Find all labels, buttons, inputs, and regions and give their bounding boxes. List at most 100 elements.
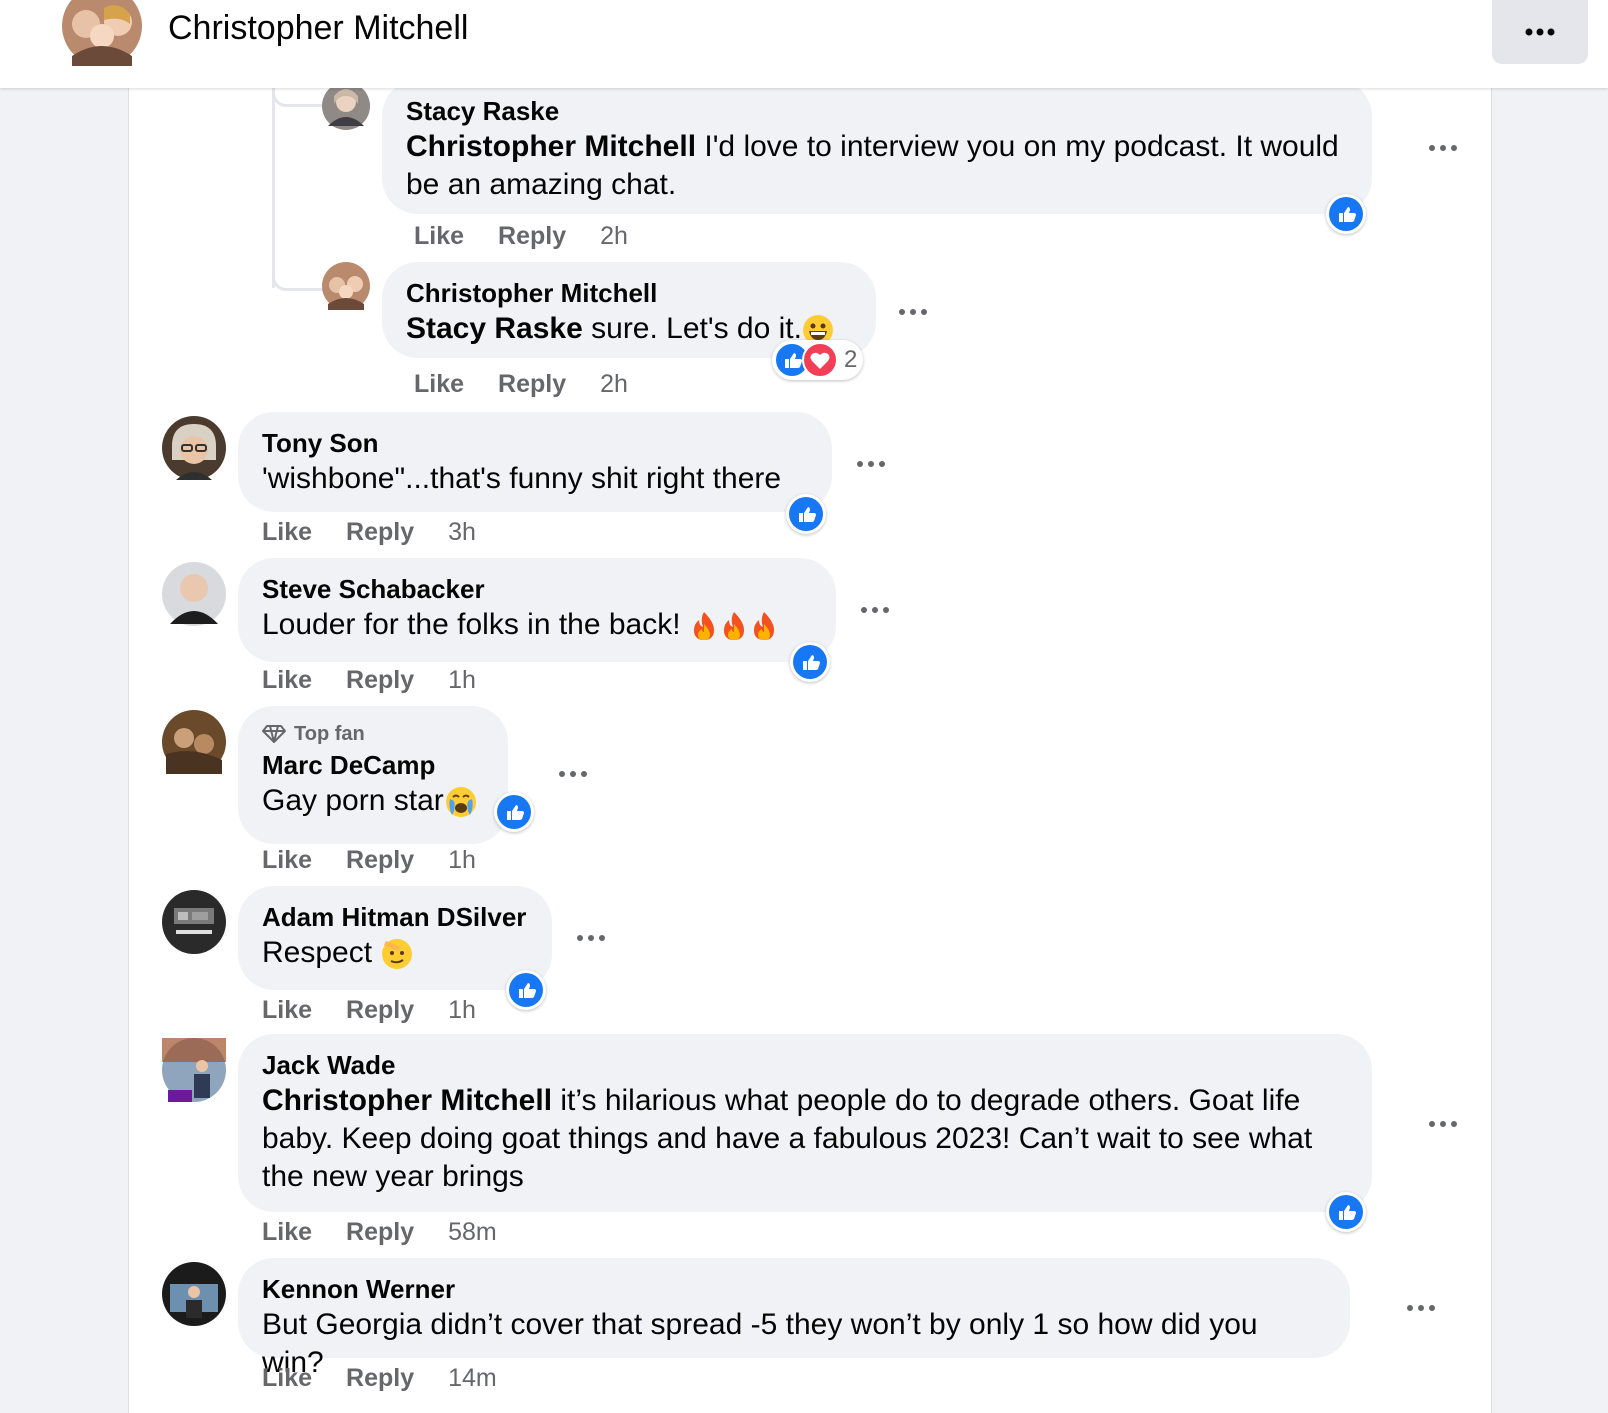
mention-link[interactable]: Christopher Mitchell [406,130,696,163]
reaction-summary[interactable]: 2 [772,340,864,380]
comment-bubble: Kennon Werner But Georgia didn’t cover t… [238,1258,1350,1379]
comment-author[interactable]: Jack Wade [262,1048,1348,1082]
comment-timestamp[interactable]: 58m [448,1218,497,1247]
mention-link[interactable]: Stacy Raske [406,312,583,345]
avatar[interactable] [162,562,226,626]
like-icon [1329,197,1363,231]
like-icon [1329,1195,1363,1229]
more-icon [559,771,587,777]
comment-timestamp[interactable]: 1h [448,846,476,875]
reply-button[interactable]: Reply [498,222,566,251]
page-title: Christopher Mitchell [168,9,469,47]
crying-face-icon [444,785,478,819]
fire-icon [719,610,749,642]
comment-options-button[interactable] [558,770,598,780]
comment-text: Gay porn star [262,782,484,820]
like-reaction[interactable] [506,970,546,1010]
reply-button[interactable]: Reply [346,846,414,875]
like-button[interactable]: Like [262,518,312,547]
thread-connector [272,90,323,107]
reply-button[interactable]: Reply [346,1364,414,1393]
comment-author[interactable]: Kennon Werner [262,1272,1326,1306]
comment-timestamp[interactable]: 2h [600,370,628,399]
avatar[interactable] [62,0,142,66]
more-icon [899,309,927,315]
comment-options-button[interactable] [576,934,616,944]
like-reaction[interactable] [786,494,826,534]
like-button[interactable]: Like [414,222,464,251]
comment-options-button[interactable] [1428,1120,1468,1130]
avatar[interactable] [322,82,370,130]
avatar[interactable] [162,1262,226,1326]
comment-timestamp[interactable]: 3h [448,518,476,547]
comment-actions: Like Reply 58m [262,1218,497,1247]
more-options-button[interactable] [1492,0,1588,64]
like-button[interactable]: Like [262,996,312,1025]
like-reaction[interactable] [494,792,534,832]
like-icon [509,973,543,1007]
avatar[interactable] [322,262,370,310]
comment-options-button[interactable] [898,308,938,318]
saluting-face-icon [380,937,414,971]
comment-text: Christopher Mitchell it’s hilarious what… [262,1084,1313,1193]
comment-actions: Like Reply 2h [414,222,628,251]
avatar[interactable] [162,1038,226,1102]
comment-author[interactable]: Marc DeCamp [262,748,484,782]
comment-bubble: Top fan Marc DeCamp Gay porn star [238,706,508,844]
reaction-count: 2 [844,346,858,373]
comment-actions: Like Reply 1h [262,996,476,1025]
comment-timestamp[interactable]: 2h [600,222,628,251]
like-reaction[interactable] [790,642,830,682]
comment-text: 'wishbone"...that's funny shit right the… [262,462,782,495]
avatar[interactable] [162,890,226,954]
comment-text: Louder for the folks in the back! [262,606,812,644]
reply-button[interactable]: Reply [346,666,414,695]
comment-bubble: Tony Son 'wishbone"...that's funny shit … [238,412,832,512]
comment-author[interactable]: Tony Son [262,426,808,460]
comment-timestamp[interactable]: 1h [448,666,476,695]
like-button[interactable]: Like [262,666,312,695]
reply-button[interactable]: Reply [346,1218,414,1247]
reply-button[interactable]: Reply [346,518,414,547]
comment-author[interactable]: Steve Schabacker [262,572,812,606]
like-button[interactable]: Like [262,1364,312,1393]
like-button[interactable]: Like [262,1218,312,1247]
more-icon [857,461,885,467]
comment-text: Christopher Mitchell I'd love to intervi… [406,130,1339,201]
comment-options-button[interactable] [856,460,896,470]
love-icon [802,342,838,378]
comment-author[interactable]: Stacy Raske [406,94,1348,128]
like-button[interactable]: Like [414,370,464,399]
like-icon [497,795,531,829]
more-icon [1407,1305,1435,1311]
more-icon [1429,1121,1457,1127]
avatar[interactable] [162,710,226,774]
comment-author[interactable]: Christopher Mitchell [406,276,852,310]
more-icon [861,607,889,613]
thread-line [272,88,275,288]
top-fan-badge: Top fan [262,720,484,748]
comment-options-button[interactable] [860,606,900,616]
like-reaction[interactable] [1326,194,1366,234]
reply-button[interactable]: Reply [346,996,414,1025]
comment-bubble: Jack Wade Christopher Mitchell it’s hila… [238,1034,1372,1212]
like-reaction[interactable] [1326,1192,1366,1232]
comment-options-button[interactable] [1428,144,1468,154]
mention-link[interactable]: Christopher Mitchell [262,1084,552,1117]
reply-button[interactable]: Reply [498,370,566,399]
comment-timestamp[interactable]: 14m [448,1364,497,1393]
fire-icon [749,610,779,642]
more-icon [577,935,605,941]
like-button[interactable]: Like [262,846,312,875]
comment-bubble: Stacy Raske Christopher Mitchell I'd lov… [382,80,1372,214]
more-icon [1525,28,1555,36]
comment-timestamp[interactable]: 1h [448,996,476,1025]
comment-actions: Like Reply 1h [262,666,476,695]
avatar[interactable] [162,416,226,480]
comment-author[interactable]: Adam Hitman DSilver [262,900,528,934]
comment-text: Respect [262,934,528,972]
comment-actions: Like Reply 14m [262,1364,497,1393]
diamond-icon [262,724,286,744]
comment-options-button[interactable] [1406,1304,1446,1314]
like-icon [793,645,827,679]
